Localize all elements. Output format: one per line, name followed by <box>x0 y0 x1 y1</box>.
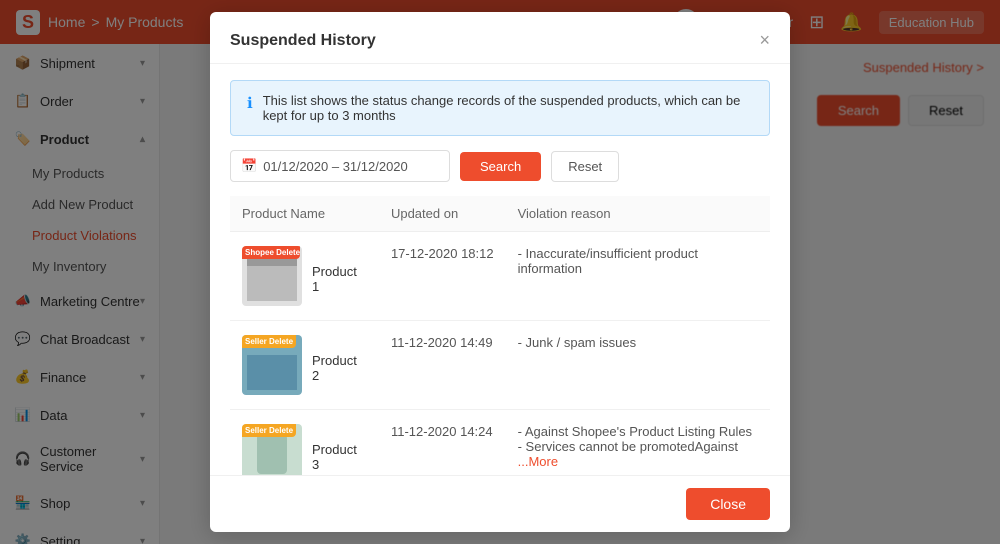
search-button[interactable]: Search <box>460 152 541 181</box>
product-reason-1: - Junk / spam issues <box>506 321 770 410</box>
suspended-history-modal: Suspended History × ℹ This list shows th… <box>210 12 790 532</box>
info-box: ℹ This list shows the status change reco… <box>230 80 770 136</box>
product-reason-2: - Against Shopee's Product Listing Rules… <box>506 410 770 476</box>
modal-footer: Close <box>210 475 790 532</box>
date-filter: 📅 01/12/2020 – 31/12/2020 Search Reset <box>230 150 770 182</box>
product-date-0: 17-12-2020 18:12 <box>379 232 506 321</box>
calendar-icon: 📅 <box>241 158 257 174</box>
modal-close-button[interactable]: × <box>759 30 770 51</box>
table-row: Shopee Deleted Product 1 17-12-2020 18:1… <box>230 232 770 321</box>
date-range-input[interactable]: 📅 01/12/2020 – 31/12/2020 <box>230 150 450 182</box>
product-reason-0: - Inaccurate/insufficient product inform… <box>506 232 770 321</box>
info-text: This list shows the status change record… <box>263 93 753 123</box>
product-cell-1: Seller Delete Product 2 <box>230 321 379 410</box>
col-violation-reason: Violation reason <box>506 196 770 232</box>
product-cell-2: Seller Delete Product 3 <box>230 410 379 476</box>
product-date-1: 11-12-2020 14:49 <box>379 321 506 410</box>
product-date-2: 11-12-2020 14:24 <box>379 410 506 476</box>
product-name-0: Product 1 <box>312 264 367 294</box>
modal-title: Suspended History <box>230 32 376 50</box>
modal-overlay: Suspended History × ℹ This list shows th… <box>0 0 1000 544</box>
product-name-2: Product 3 <box>312 442 367 472</box>
date-range-value: 01/12/2020 – 31/12/2020 <box>263 159 408 174</box>
modal-header: Suspended History × <box>210 12 790 64</box>
table-row: Seller Delete Product 3 11-12-2020 14:24… <box>230 410 770 476</box>
history-table: Product Name Updated on Violation reason… <box>230 196 770 475</box>
product-name-1: Product 2 <box>312 353 367 383</box>
info-icon: ℹ <box>247 94 253 123</box>
modal-body: ℹ This list shows the status change reco… <box>210 64 790 475</box>
col-updated-on: Updated on <box>379 196 506 232</box>
more-link[interactable]: ...More <box>518 454 558 469</box>
close-button[interactable]: Close <box>686 488 770 520</box>
product-cell-0: Shopee Deleted Product 1 <box>230 232 379 321</box>
reset-button[interactable]: Reset <box>551 151 619 182</box>
table-row: Seller Delete Product 2 11-12-2020 14:49… <box>230 321 770 410</box>
col-product-name: Product Name <box>230 196 379 232</box>
